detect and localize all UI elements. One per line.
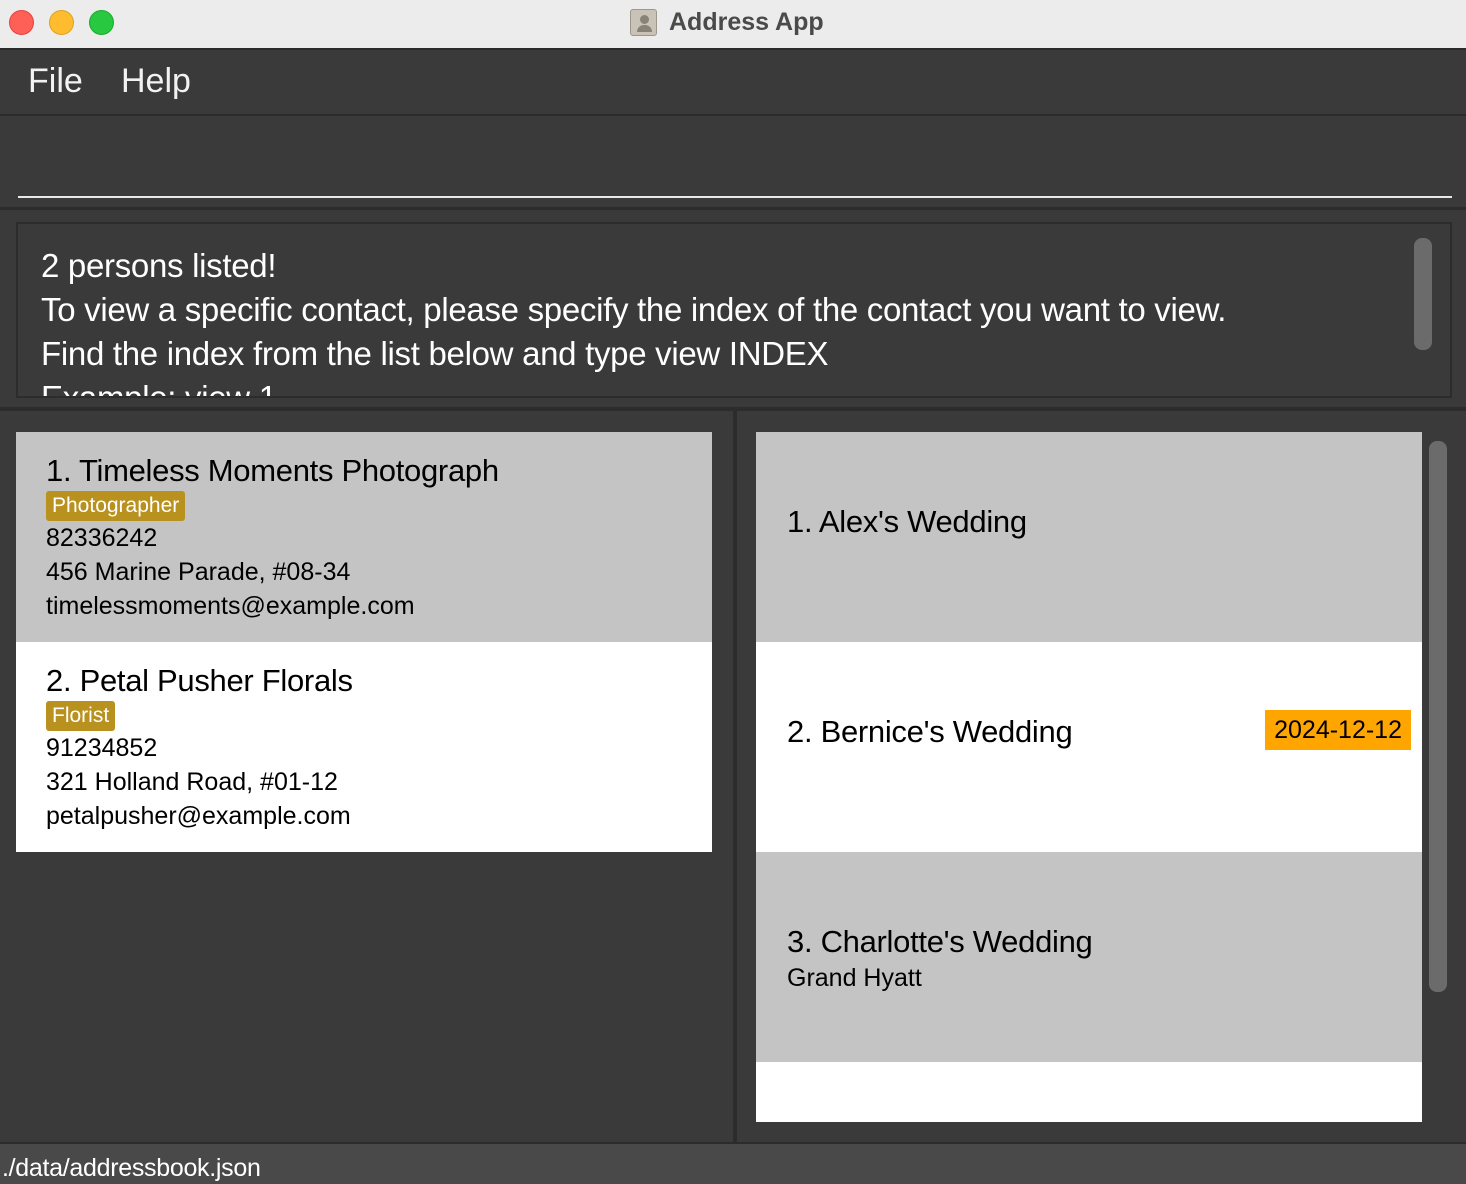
result-display: 2 persons listed! To view a specific con… — [16, 222, 1452, 398]
wedding-card[interactable]: 1. Alex's Wedding — [756, 432, 1422, 642]
title-bar: Address App — [0, 0, 1466, 50]
status-bar: ./data/addressbook.json — [0, 1142, 1466, 1184]
person-tag: Photographer — [46, 491, 186, 521]
wedding-name: 2. Bernice's Wedding — [787, 714, 1073, 749]
close-window-button[interactable] — [9, 10, 34, 35]
wedding-card[interactable]: 3. Charlotte's Wedding Grand Hyatt — [756, 852, 1422, 1062]
person-phone: 91234852 — [46, 734, 158, 762]
person-name: 1. Timeless Moments Photograph — [46, 453, 499, 488]
person-name: 2. Petal Pusher Florals — [46, 663, 353, 698]
wedding-venue: Grand Hyatt — [787, 964, 922, 992]
minimize-window-button[interactable] — [49, 10, 74, 35]
menu-help[interactable]: Help — [121, 62, 191, 101]
person-address: 456 Marine Parade, #08-34 — [46, 558, 351, 586]
wedding-name: 1. Alex's Wedding — [787, 504, 1027, 539]
save-location: ./data/addressbook.json — [2, 1154, 261, 1182]
result-scrollbar[interactable] — [1414, 238, 1432, 350]
wedding-list-scrollbar[interactable] — [1429, 441, 1447, 992]
wedding-name: 3. Charlotte's Wedding — [787, 924, 1093, 959]
person-address: 321 Holland Road, #01-12 — [46, 768, 338, 796]
person-tag: Florist — [46, 701, 116, 731]
command-input[interactable] — [18, 132, 1452, 198]
person-card[interactable]: 2. Petal Pusher Florals Florist 91234852… — [16, 642, 712, 852]
menu-file[interactable]: File — [28, 62, 83, 101]
result-message: 2 persons listed! To view a specific con… — [41, 247, 1227, 398]
wedding-card-partial[interactable] — [756, 1062, 1422, 1122]
person-phone: 82336242 — [46, 524, 158, 552]
person-list-panel: 1. Timeless Moments Photograph Photograp… — [0, 411, 733, 1142]
wedding-date-badge: 2024-12-12 — [1265, 710, 1411, 750]
person-email: petalpusher@example.com — [46, 802, 351, 830]
wedding-list-panel: 1. Alex's Wedding 2. Bernice's Wedding 2… — [737, 411, 1466, 1142]
command-box — [0, 116, 1466, 210]
maximize-window-button[interactable] — [89, 10, 114, 35]
menu-bar: File Help — [0, 50, 1466, 116]
window-title-group: Address App — [630, 7, 824, 37]
person-card[interactable]: 1. Timeless Moments Photograph Photograp… — [16, 432, 712, 642]
wedding-card[interactable]: 2. Bernice's Wedding 2024-12-12 — [756, 642, 1422, 852]
window-title: Address App — [669, 7, 824, 36]
person-email: timelessmoments@example.com — [46, 592, 415, 620]
address-book-icon — [630, 8, 657, 36]
